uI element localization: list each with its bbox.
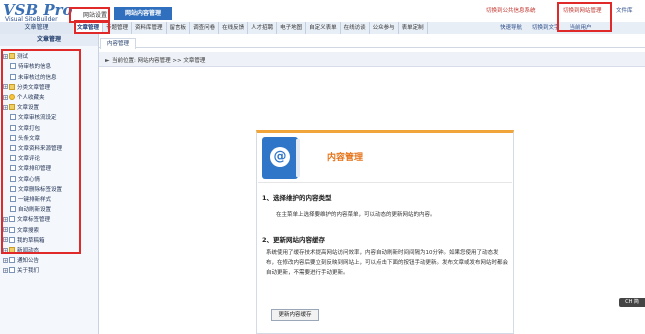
content-tab-strip [99, 34, 645, 48]
sidebar-item-label: 通知公告 [17, 258, 40, 265]
content-management-tab[interactable]: 网站内容管理 [114, 7, 172, 20]
nav-item-guestbook[interactable]: 留言板 [167, 22, 191, 34]
address-book-icon: @ [262, 137, 300, 179]
nav-section-label: 文章管理 [0, 22, 73, 34]
language-widget[interactable]: CH 简 [619, 298, 645, 307]
nav-item-custom-form[interactable]: 自定义表单 [306, 22, 341, 34]
panel-title: 内容管理 [327, 153, 364, 163]
nav-item-survey[interactable]: 调查问卷 [190, 22, 220, 34]
section1-text: 在主菜单上选择要维护的内容菜单，可以动态的更新网站的内容。 [276, 212, 436, 218]
refresh-cache-button[interactable]: 更新内容缓存 [271, 309, 319, 321]
quick-nav-link[interactable]: 快速导航 [500, 22, 522, 34]
doc-icon [9, 267, 15, 274]
panel-divider [258, 182, 512, 183]
breadcrumb: 当前位置: 网站内容管理 >> 文章管理 [112, 58, 206, 64]
switch-text-link[interactable]: 切换到文字 [532, 22, 560, 34]
doc-icon [9, 257, 15, 264]
switch-highlight-box [557, 2, 612, 32]
sidebar-item-label: 关于我们 [17, 268, 40, 275]
app-logo: VSB Pro Visual SiteBuilder [3, 1, 79, 23]
nav-highlight-box [74, 20, 110, 34]
nav-item-form-custom[interactable]: 表单定制 [399, 22, 428, 34]
sidebar-title: 文章管理 [0, 34, 98, 46]
switch-public-system-link[interactable]: 切换到公共信息系统 [486, 6, 536, 14]
expand-icon[interactable]: + [3, 267, 8, 273]
section2-text: 系统使用了缓存技术提高网站访问效率，内容自动刷新时间间隔为10分钟。如果您使用了… [266, 250, 509, 276]
tab-content-management[interactable]: 内容管理 [100, 38, 136, 49]
nav-item-participation[interactable]: 公众参与 [370, 22, 399, 34]
section1-title: 1、选择维护的内容类型 [262, 194, 332, 202]
nav-item-feedback[interactable]: 在线反馈 [219, 22, 249, 34]
module-nav-items: 文章管理 专题管理 资料库管理 留言板 调查问卷 在线反馈 人才招聘 电子地图 … [74, 22, 428, 34]
sidebar-highlight-box [1, 49, 81, 254]
nav-item-recruit[interactable]: 人才招聘 [248, 22, 278, 34]
file-library-link[interactable]: 文件库 [616, 6, 633, 14]
location-icon: ► [105, 57, 110, 64]
nav-item-library[interactable]: 资料库管理 [132, 22, 167, 34]
section2-title: 2、更新网站内容缓存 [262, 236, 326, 244]
expand-icon[interactable]: + [3, 257, 8, 263]
nav-item-map[interactable]: 电子地图 [277, 22, 307, 34]
nav-item-interview[interactable]: 在线访谈 [341, 22, 370, 34]
sidebar-item[interactable]: + 关于我们 [0, 265, 101, 276]
sidebar-item[interactable]: + 通知公告 [0, 255, 101, 266]
